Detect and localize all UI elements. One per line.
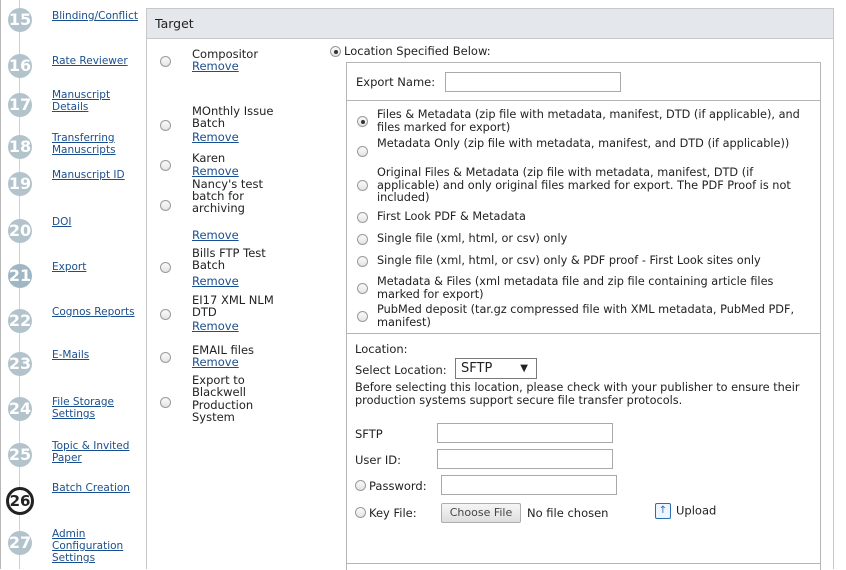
step-number-badge: 21	[8, 264, 32, 288]
step-number-badge: 17	[8, 93, 32, 117]
step-number-badge: 16	[8, 54, 32, 78]
password-field-row: Password:	[355, 475, 617, 495]
step-number-badge: 25	[8, 443, 32, 467]
nav-step-link[interactable]: DOI	[52, 216, 148, 228]
export-option-radio[interactable]	[357, 146, 368, 157]
step-navigation: 15 Blinding/Conflict 16 Rate Reviewer 17…	[6, 0, 148, 569]
remove-link[interactable]: Remove	[192, 320, 239, 332]
nav-step-link[interactable]: Topic & Invited Paper	[52, 440, 148, 464]
batch-radio[interactable]	[160, 262, 171, 273]
export-option-text: First Look PDF & Metadata	[377, 210, 526, 223]
export-option-radio[interactable]	[357, 256, 368, 267]
choose-file-button[interactable]: Choose File	[441, 503, 521, 523]
location-specified-radio[interactable]	[330, 46, 341, 57]
export-name-row: Export Name:	[347, 63, 820, 101]
export-option-radio[interactable]	[357, 180, 368, 191]
export-option-text: Metadata & Files (xml metadata file and …	[377, 275, 774, 301]
nav-step-link[interactable]: E-Mails	[52, 349, 148, 361]
nav-step-link[interactable]: Cognos Reports	[52, 306, 148, 318]
remove-link[interactable]: Remove	[192, 356, 239, 368]
export-option-radio[interactable]	[357, 234, 368, 245]
batch-radio[interactable]	[160, 397, 171, 408]
nav-step-link[interactable]: Blinding/Conflict	[52, 10, 148, 22]
step-number-badge: 22	[8, 309, 32, 333]
section-divider-bottom	[347, 563, 820, 564]
section-divider	[347, 333, 820, 334]
export-option-text: PubMed deposit (tar.gz compressed file w…	[377, 303, 795, 329]
step-number-badge: 19	[8, 172, 32, 196]
batch-radio[interactable]	[160, 309, 171, 320]
sftp-label: SFTP	[355, 427, 383, 441]
location-select-value: SFTP	[461, 361, 493, 376]
step-number-badge: 27	[8, 531, 32, 555]
password-radio[interactable]	[355, 480, 366, 491]
step-number-badge: 18	[8, 135, 32, 159]
export-name-label: Export Name:	[356, 75, 436, 89]
batch-name: Nancy's test batch for archiving	[192, 177, 263, 216]
userid-label: User ID:	[355, 453, 401, 467]
batch-name: Bills FTP Test Batch	[192, 246, 266, 272]
upload-label: Upload	[676, 503, 717, 518]
step-number-badge: 15	[8, 8, 32, 32]
location-select[interactable]: SFTP ▼	[455, 358, 537, 379]
export-option-text: Files & Metadata (zip file with metadata…	[377, 108, 800, 134]
batch-name: Karen	[192, 151, 226, 165]
sftp-field-row: SFTP	[355, 423, 613, 443]
step-number-badge: 20	[8, 219, 32, 243]
batch-radio[interactable]	[160, 160, 171, 171]
nav-step-link[interactable]: Export	[52, 261, 148, 273]
export-name-input[interactable]	[445, 72, 621, 92]
export-option-radio[interactable]	[357, 311, 368, 322]
target-header: Target	[147, 9, 833, 39]
nav-step-link[interactable]: Manuscript ID	[52, 169, 148, 181]
remove-link[interactable]: Remove	[192, 275, 239, 287]
batch-radio[interactable]	[160, 120, 171, 131]
sftp-notice: Before selecting this location, please c…	[355, 381, 800, 407]
step-number-badge: 24	[8, 397, 32, 421]
userid-field-row: User ID:	[355, 449, 613, 469]
upload-arrow-icon: ↑	[655, 503, 671, 519]
nav-step-link[interactable]: Manuscript Details	[52, 89, 148, 113]
select-location-label: Select Location:	[355, 363, 447, 377]
remove-link[interactable]: Remove	[192, 229, 239, 241]
keyfile-radio[interactable]	[355, 507, 366, 518]
export-option-radio[interactable]	[357, 212, 368, 223]
batch-name: EI17 XML NLM DTD	[192, 293, 274, 319]
location-specified-label: Location Specified Below:	[344, 44, 491, 58]
keyfile-label: Key File:	[369, 506, 417, 520]
remove-link[interactable]: Remove	[192, 131, 239, 143]
batch-radio[interactable]	[160, 200, 171, 211]
upload-button[interactable]: ↑ Upload	[655, 503, 716, 519]
password-input[interactable]	[441, 475, 617, 495]
batch-radio[interactable]	[160, 56, 171, 67]
userid-input[interactable]	[437, 449, 613, 469]
nav-step-link[interactable]: Rate Reviewer	[52, 55, 148, 67]
batch-name: Export to Blackwell Production System	[192, 373, 254, 424]
nav-step-link[interactable]: Batch Creation	[52, 482, 148, 494]
export-option-radio[interactable]	[357, 116, 368, 127]
export-option-text: Metadata Only (zip file with metadata, m…	[377, 137, 790, 150]
export-option-text: Original Files & Metadata (zip file with…	[377, 166, 791, 204]
password-label: Password:	[369, 479, 427, 493]
batch-radio[interactable]	[160, 352, 171, 363]
location-label: Location:	[355, 342, 408, 356]
step-number-badge: 26	[6, 487, 34, 515]
sftp-input[interactable]	[437, 423, 613, 443]
nav-step-link[interactable]: File Storage Settings	[52, 396, 148, 420]
step-number-badge: 23	[8, 352, 32, 376]
export-options-box: Export Name: Files & Metadata (zip file …	[346, 62, 821, 570]
remove-link[interactable]: Remove	[192, 60, 239, 72]
no-file-chosen-text: No file chosen	[527, 506, 609, 520]
export-option-text: Single file (xml, html, or csv) only & P…	[377, 254, 761, 267]
keyfile-field-row: Key File: Choose File No file chosen ↑ Up…	[355, 503, 716, 523]
nav-step-link[interactable]: Transferring Manuscripts	[52, 132, 148, 156]
export-option-radio[interactable]	[357, 283, 368, 294]
nav-step-link[interactable]: Admin Configuration Settings	[52, 528, 148, 564]
remove-link[interactable]: Remove	[192, 165, 239, 177]
export-option-text: Single file (xml, html, or csv) only	[377, 232, 568, 245]
dropdown-arrow-icon: ▼	[520, 363, 528, 374]
batch-name: MOnthly Issue Batch	[192, 104, 274, 130]
